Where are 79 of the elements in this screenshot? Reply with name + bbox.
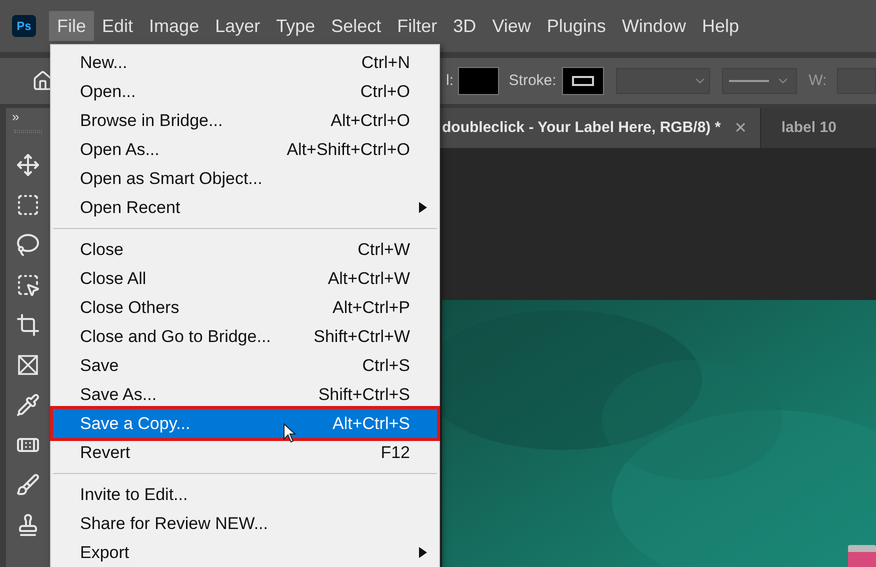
menu-item[interactable]: Type bbox=[268, 11, 324, 41]
menu-entry-label: Revert bbox=[80, 442, 130, 464]
menu-item[interactable]: Image bbox=[141, 11, 208, 41]
marquee-tool-icon[interactable] bbox=[16, 193, 40, 217]
menu-item[interactable]: Help bbox=[694, 11, 747, 41]
menu-item[interactable]: Window bbox=[614, 11, 694, 41]
close-tab-button[interactable]: × bbox=[734, 113, 746, 143]
stroke-swatch[interactable] bbox=[562, 67, 604, 95]
menu-entry[interactable]: Share for Review NEW... bbox=[53, 509, 437, 538]
shortcut: Alt+Shift+Ctrl+O bbox=[286, 138, 410, 161]
menu-entry-label: Save bbox=[80, 354, 119, 377]
fill-label: l: bbox=[446, 70, 454, 91]
menu-entry-label: Close and Go to Bridge... bbox=[80, 326, 271, 348]
menu-entry-label: Open as Smart Object... bbox=[80, 168, 262, 190]
menu-entry[interactable]: Invite to Edit... bbox=[53, 480, 437, 509]
menu-entry[interactable]: Export bbox=[53, 538, 437, 567]
shortcut: Ctrl+N bbox=[361, 52, 410, 74]
fill-swatch[interactable] bbox=[458, 67, 499, 95]
shortcut: F12 bbox=[380, 442, 410, 464]
app-logo: Ps bbox=[12, 15, 36, 37]
menu-entry[interactable]: Save As... Shift+Ctrl+S bbox=[53, 380, 437, 409]
menu-entry-label: Browse in Bridge... bbox=[80, 110, 223, 132]
menu-item[interactable]: View bbox=[484, 11, 539, 41]
submenu-arrow-icon bbox=[419, 202, 427, 213]
menu-entry[interactable]: Open... Ctrl+O bbox=[53, 77, 437, 106]
stroke-label: Stroke: bbox=[508, 70, 556, 91]
menu-entry[interactable]: Close and Go to Bridge... Shift+Ctrl+W bbox=[53, 322, 437, 351]
shortcut: Ctrl+W bbox=[358, 238, 410, 261]
shortcut: Alt+Ctrl+P bbox=[332, 296, 410, 319]
menu-entry-label: New... bbox=[80, 52, 128, 74]
brush-tool-icon[interactable] bbox=[16, 473, 40, 497]
menu-entry[interactable]: Save Ctrl+S bbox=[53, 351, 437, 380]
menu-entry-label: Open Recent bbox=[80, 196, 180, 219]
object-select-tool-icon[interactable] bbox=[16, 273, 40, 297]
menu-item[interactable]: Edit bbox=[94, 11, 142, 41]
menu-entry-label: Close Others bbox=[80, 296, 180, 319]
tab-title: label 10 bbox=[781, 118, 836, 138]
frame-tool-icon[interactable] bbox=[16, 353, 40, 377]
move-tool-icon[interactable] bbox=[16, 153, 40, 177]
menu-entry[interactable]: Save a Copy... Alt+Ctrl+S bbox=[53, 409, 437, 438]
shortcut: Ctrl+O bbox=[360, 80, 410, 103]
menu-entry[interactable]: Close All Alt+Ctrl+W bbox=[53, 264, 437, 293]
menu-entry[interactable]: New... Ctrl+N bbox=[53, 48, 437, 77]
menu-item[interactable]: 3D bbox=[445, 11, 484, 41]
crop-tool-icon[interactable] bbox=[16, 313, 40, 337]
menu-entry-label: Open... bbox=[80, 80, 136, 103]
menu-item[interactable]: Plugins bbox=[538, 11, 614, 41]
menu-entry[interactable]: Revert F12 bbox=[53, 438, 437, 467]
menu-entry-label: Export bbox=[80, 542, 130, 564]
width-label: W: bbox=[808, 70, 827, 91]
menu-entry-label: Save a Copy... bbox=[80, 412, 190, 435]
submenu-arrow-icon bbox=[419, 547, 427, 558]
shortcut: Shift+Ctrl+W bbox=[314, 326, 410, 348]
menu-entry[interactable]: Close Others Alt+Ctrl+P bbox=[53, 293, 437, 322]
menu-entry-label: Invite to Edit... bbox=[80, 484, 188, 506]
shortcut: Shift+Ctrl+S bbox=[318, 384, 410, 406]
cursor-icon bbox=[283, 423, 297, 443]
menu-item[interactable]: Layer bbox=[207, 11, 268, 41]
shortcut: Alt+Ctrl+W bbox=[328, 268, 410, 290]
menu-entry-label: Open As... bbox=[80, 138, 160, 161]
panel-toggle[interactable]: » bbox=[12, 110, 20, 124]
menu-entry-label: Close All bbox=[80, 268, 146, 290]
stamp-tool-icon[interactable] bbox=[16, 513, 40, 537]
shortcut: Ctrl+S bbox=[362, 354, 410, 377]
eyedropper-tool-icon[interactable] bbox=[16, 393, 40, 417]
menu-entry-label: Close bbox=[80, 238, 124, 261]
shortcut: Alt+Ctrl+S bbox=[332, 412, 410, 435]
menu-entry-label: Share for Review NEW... bbox=[80, 512, 268, 535]
menu-entry[interactable]: Open as Smart Object... bbox=[53, 164, 437, 193]
shortcut: Alt+Ctrl+O bbox=[330, 110, 410, 132]
menu-item[interactable]: Filter bbox=[389, 11, 446, 41]
lasso-tool-icon[interactable] bbox=[16, 233, 40, 257]
menu-item[interactable]: File bbox=[49, 11, 94, 41]
stroke-type-dropdown[interactable] bbox=[722, 68, 797, 94]
menu-entry-label: Save As... bbox=[80, 384, 157, 406]
menu-entry[interactable]: Open Recent bbox=[53, 193, 437, 222]
tab-title: doubleclick - Your Label Here, RGB/8) * bbox=[442, 118, 721, 138]
menu-item[interactable]: Select bbox=[323, 11, 390, 41]
menu-entry[interactable]: Close Ctrl+W bbox=[53, 235, 437, 264]
